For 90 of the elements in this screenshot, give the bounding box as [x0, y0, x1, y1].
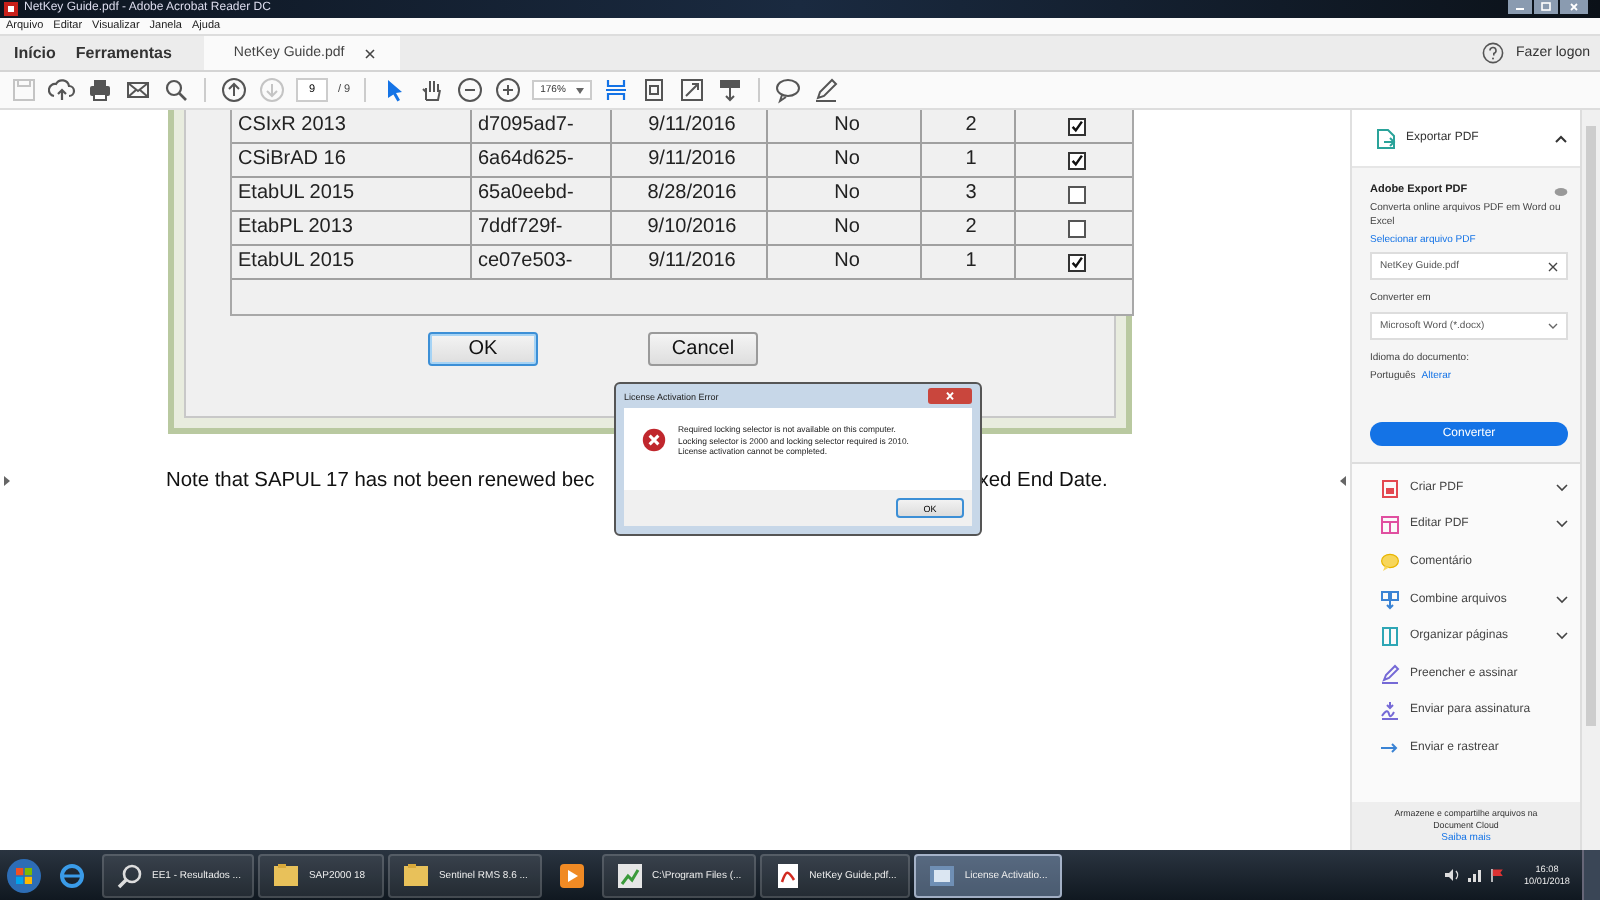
table-cell: 9/11/2016 [612, 246, 768, 278]
zoom-in-icon[interactable] [494, 76, 523, 104]
table-cell: EtabUL 2015 [232, 178, 472, 210]
table-cell: No [768, 178, 922, 210]
caret-icon [576, 87, 585, 93]
table-cell: 1 [922, 246, 1016, 278]
chevron-icon[interactable] [1556, 483, 1568, 492]
error-icon [642, 428, 666, 452]
scrollbar[interactable] [1580, 110, 1600, 850]
comment-icon[interactable] [774, 76, 803, 104]
close-icon[interactable] [928, 388, 972, 404]
zoom-out-icon[interactable] [456, 76, 485, 104]
table-cell: 8/28/2016 [612, 178, 768, 210]
table-cell: 6a64d625- [472, 144, 612, 176]
flag-icon[interactable] [1490, 868, 1504, 882]
checkbox[interactable] [1068, 117, 1086, 135]
table-cell: No [768, 110, 922, 142]
table-cell: 7ddf729f- [472, 212, 612, 244]
checkmark-icon [1070, 118, 1084, 134]
note-text: Note that SAPUL 17 has not been renewed bec [166, 470, 595, 492]
checkbox[interactable] [1068, 219, 1086, 237]
chevron-icon[interactable] [1554, 133, 1568, 143]
export-pdf-icon [1376, 127, 1396, 149]
fullscreen-icon[interactable] [678, 76, 707, 104]
folder-icon [272, 861, 301, 889]
merge-icon [1380, 589, 1400, 610]
arrow-right-icon [1380, 737, 1400, 758]
cloud-icon [1554, 185, 1568, 195]
checkbox[interactable] [1068, 185, 1086, 203]
pages-icon [1380, 626, 1400, 647]
table-cell: No [768, 144, 922, 176]
table-cell: CSiBrAD 16 [232, 144, 472, 176]
table-cell: EtabPL 2013 [232, 212, 472, 244]
collapse-arrow-icon[interactable] [4, 475, 10, 485]
cancel-button[interactable]: Cancel [648, 332, 758, 366]
checkmark-icon [1070, 152, 1084, 168]
pen-icon[interactable] [812, 76, 841, 104]
scroll-mode-icon[interactable] [716, 76, 745, 104]
magnifier-icon [116, 861, 144, 889]
pdf-icon [773, 861, 802, 889]
table-cell: 65a0eebd- [472, 178, 612, 210]
close-icon[interactable] [364, 47, 377, 59]
checkmark-icon [1070, 254, 1084, 270]
table-cell: 2 [922, 212, 1016, 244]
mail-icon[interactable] [124, 76, 152, 104]
table-cell: 9/10/2016 [612, 212, 768, 244]
signal-icon[interactable] [1468, 868, 1482, 882]
clear-icon[interactable] [1548, 261, 1558, 271]
nav-tab[interactable]: Início [10, 36, 60, 70]
fit-width-icon[interactable] [602, 76, 631, 104]
chevron-icon[interactable] [1556, 520, 1568, 529]
volume-icon[interactable] [1444, 868, 1460, 882]
table-cell: 1 [922, 144, 1016, 176]
expand-arrow-icon[interactable] [1340, 475, 1346, 485]
table-cell: 3 [922, 178, 1016, 210]
folder-icon [402, 861, 431, 889]
table-cell: 9/11/2016 [612, 144, 768, 176]
ok-button[interactable]: OK [428, 332, 538, 366]
table-cell: 9/11/2016 [612, 110, 768, 142]
search-icon[interactable] [162, 76, 190, 104]
page-fit-icon[interactable] [640, 76, 669, 104]
browser-icon [58, 861, 86, 889]
minimize-icon[interactable] [1508, 0, 1532, 14]
pdf-file-icon [1380, 477, 1400, 498]
chevron-icon[interactable] [1556, 595, 1568, 604]
chevron-icon[interactable] [1556, 632, 1568, 641]
scroll-thumb[interactable] [1586, 126, 1596, 726]
pen-icon [1380, 663, 1400, 684]
cloud-upload-icon[interactable] [48, 76, 76, 104]
table-cell: CSIxR 2013 [232, 110, 472, 142]
table-cell: d7095ad7- [472, 110, 612, 142]
checkbox[interactable] [1068, 151, 1086, 169]
hand-icon[interactable] [418, 76, 447, 104]
table-cell: EtabUL 2015 [232, 246, 472, 278]
print-icon[interactable] [86, 76, 114, 104]
table-cell: 2 [922, 110, 1016, 142]
signature-icon [1380, 700, 1400, 721]
speech-bubble-icon [1380, 551, 1400, 572]
table-cell: No [768, 212, 922, 244]
layout-icon [1380, 514, 1400, 535]
start-button-icon[interactable] [6, 857, 42, 893]
table-cell: ce07e503- [472, 246, 612, 278]
help-icon[interactable] [1482, 42, 1505, 64]
checkbox[interactable] [1068, 253, 1086, 271]
window-app-icon [928, 861, 957, 889]
chevron-icon [1548, 321, 1558, 329]
table-cell: No [768, 246, 922, 278]
chart-app-icon [615, 861, 644, 889]
nav-tab[interactable]: Ferramentas [71, 36, 176, 70]
play-icon [557, 861, 586, 889]
